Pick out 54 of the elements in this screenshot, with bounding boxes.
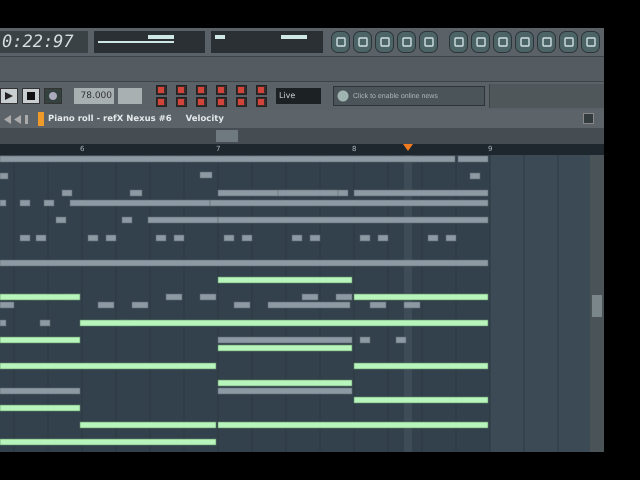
tool-button[interactable] [236,85,247,95]
tool-button[interactable] [256,97,267,107]
tool-button[interactable] [156,97,167,107]
square-icon [356,36,368,48]
toolbar-button[interactable] [581,31,600,53]
record-icon [48,91,58,101]
square-icon [584,36,596,48]
toolbar-button[interactable] [397,31,416,53]
stop-button[interactable] [22,88,40,104]
toolbar-button[interactable] [375,31,394,53]
record-button[interactable] [44,88,62,104]
tool-button[interactable] [216,85,227,95]
window-button[interactable] [583,113,594,124]
toolbar-button[interactable] [353,31,372,53]
tool-button[interactable] [176,97,187,107]
tool-button[interactable] [216,97,227,107]
square-icon [400,36,412,48]
play-button[interactable] [0,88,18,104]
toolbar-button[interactable] [559,31,578,53]
toolbar-button[interactable] [493,31,512,53]
square-icon [540,36,552,48]
toolbar-button[interactable] [331,31,350,53]
square-icon [422,36,434,48]
tool-button[interactable] [196,85,207,95]
play-icon [5,92,13,100]
square-icon [562,36,574,48]
scroll-thumb[interactable] [216,130,238,142]
scroll-thumb[interactable] [592,295,602,317]
square-icon [378,36,390,48]
stop-icon [27,92,35,100]
target-selector[interactable]: Velocity [186,114,224,124]
toolbar-button[interactable] [471,31,490,53]
square-icon [452,36,464,48]
globe-icon [337,90,349,102]
square-icon [496,36,508,48]
toolbar-button[interactable] [537,31,556,53]
vertical-scrollbar[interactable] [590,155,604,452]
tool-button[interactable] [196,97,207,107]
toolbar-button[interactable] [449,31,468,53]
note-grid-drawing[interactable] [0,155,590,452]
time-display: 0:22:97 [0,31,88,53]
live-display: Live [276,88,321,104]
tool-button[interactable] [156,85,167,95]
toolbar-button[interactable] [419,31,438,53]
tempo-display[interactable]: 78.000 [74,88,114,104]
square-icon [474,36,486,48]
piano-roll-title[interactable]: Piano roll - refX Nexus #6 [48,114,172,124]
toolbar-button[interactable] [515,31,534,53]
tool-button[interactable] [176,85,187,95]
horizontal-scrollbar[interactable] [0,128,604,144]
square-icon [518,36,530,48]
tool-button[interactable] [256,85,267,95]
tool-button[interactable] [236,97,247,107]
square-icon [334,36,346,48]
